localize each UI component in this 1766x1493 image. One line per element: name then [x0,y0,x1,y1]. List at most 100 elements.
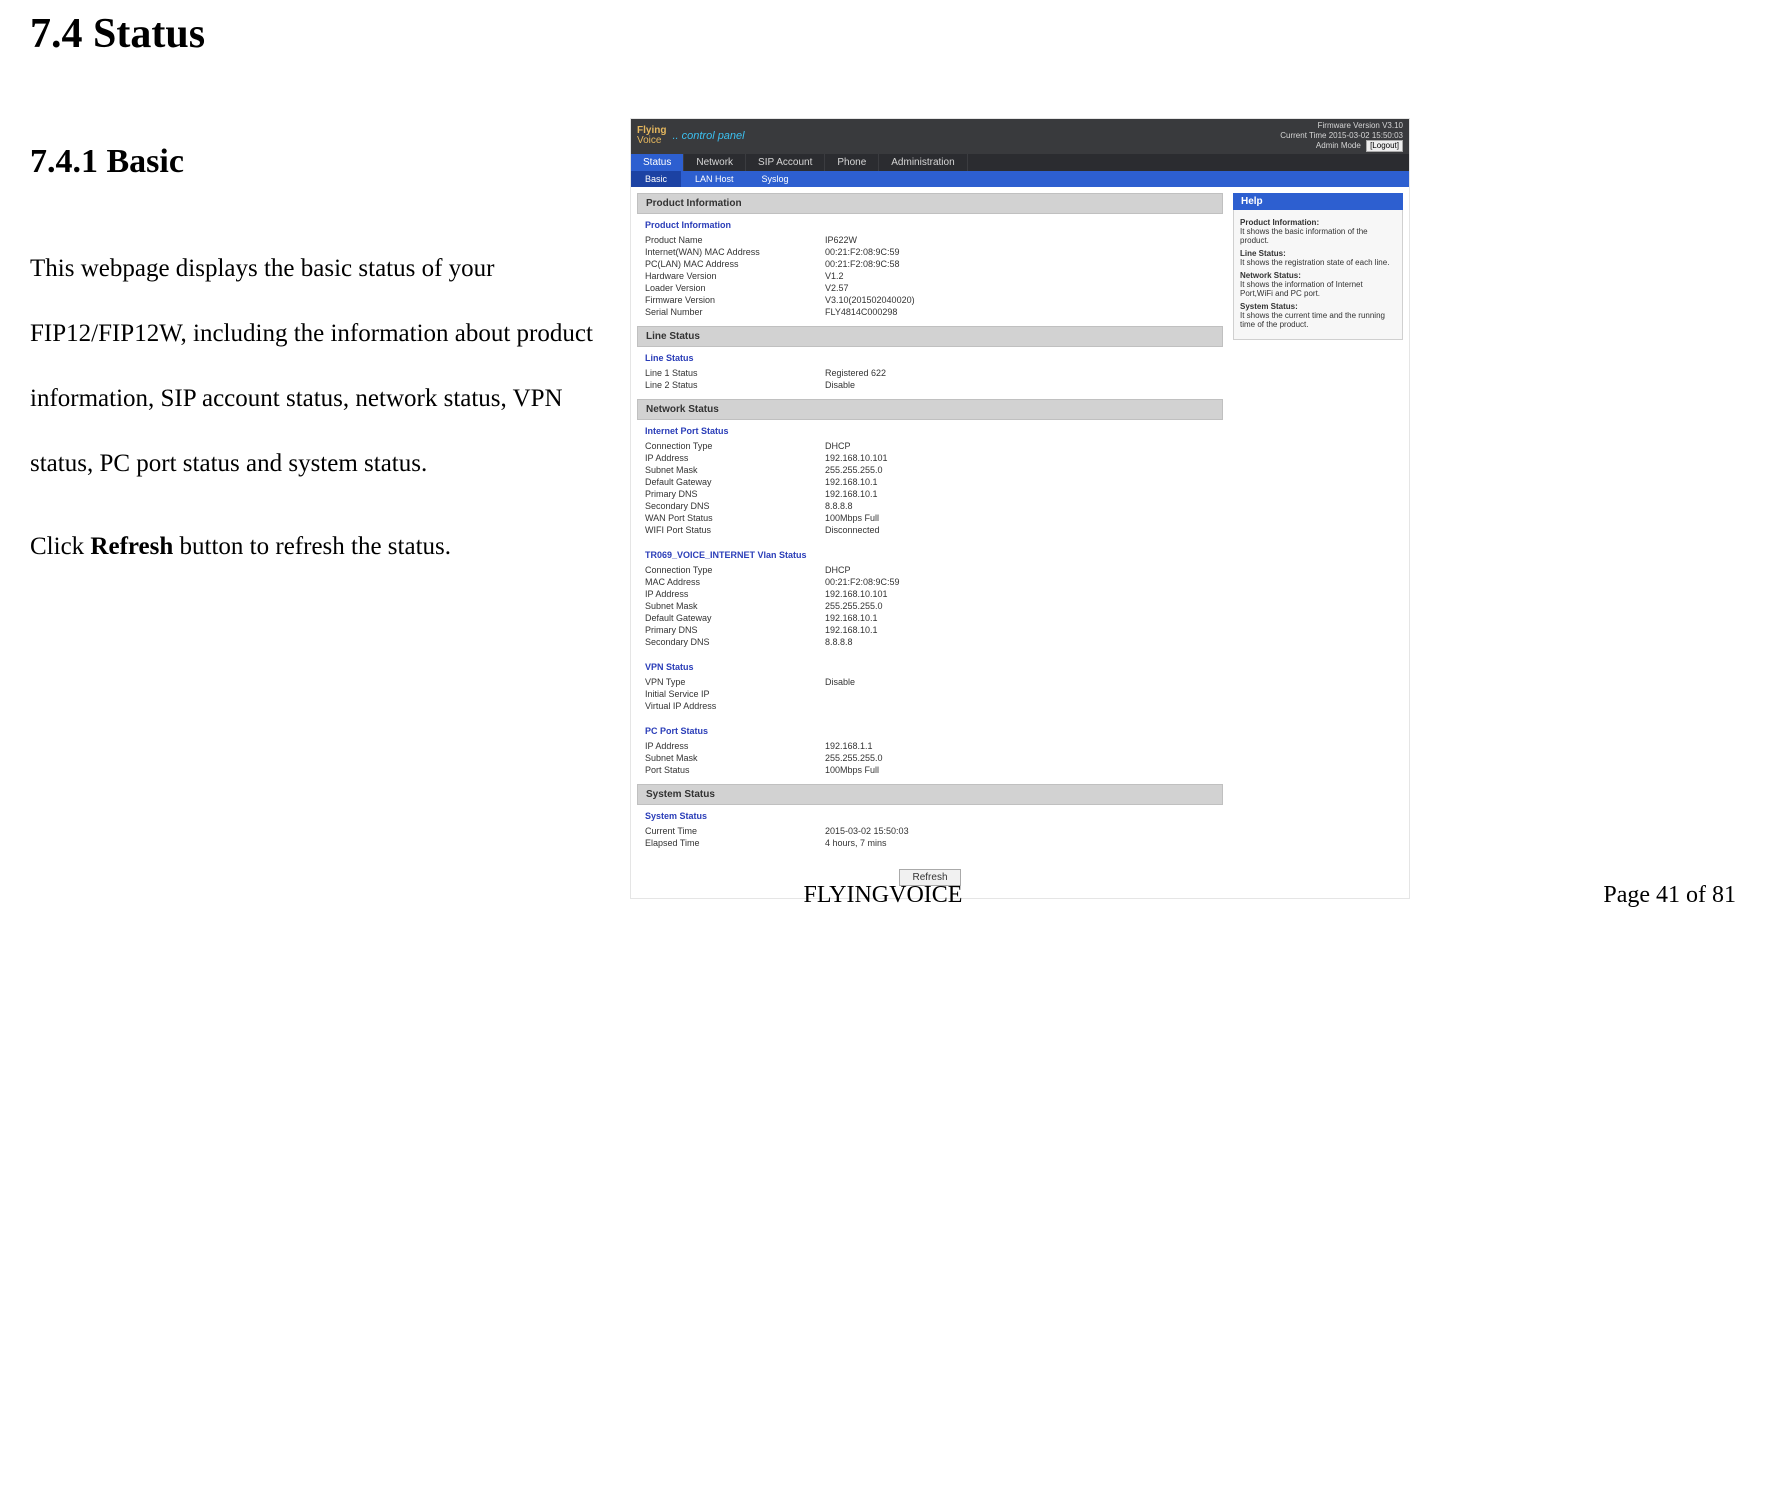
footer-page-number: Page 41 of 81 [1603,882,1736,909]
kv-key: WAN Port Status [645,513,825,523]
kv-key: Loader Version [645,283,825,293]
kv-key: Elapsed Time [645,838,825,848]
kv-key: MAC Address [645,577,825,587]
kv-value: 00:21:F2:08:9C:58 [825,259,900,269]
kv-key: IP Address [645,589,825,599]
kv-key: Product Name [645,235,825,245]
kv-key: Virtual IP Address [645,701,825,711]
kv-value: 2015-03-02 15:50:03 [825,826,909,836]
kv-group-system-status: Current Time2015-03-02 15:50:03Elapsed T… [637,825,1223,857]
subheader-line-status: Line Status [637,347,1223,367]
kv-row: Firmware VersionV3.10(201502040020) [645,294,1215,306]
kv-row: Internet(WAN) MAC Address00:21:F2:08:9C:… [645,246,1215,258]
kv-key: PC(LAN) MAC Address [645,259,825,269]
kv-value: Disable [825,677,855,687]
subheader-product-information: Product Information [637,214,1223,234]
kv-group-product-info: Product NameIP622WInternet(WAN) MAC Addr… [637,234,1223,326]
help-item-body: It shows the current time and the runnin… [1240,311,1396,329]
kv-value: 192.168.10.101 [825,453,888,463]
subheader-tr069: TR069_VOICE_INTERNET Vlan Status [637,544,1223,564]
kv-value: 100Mbps Full [825,765,879,775]
kv-row: Initial Service IP [645,688,1215,700]
subheader-system-status: System Status [637,805,1223,825]
tab-phone[interactable]: Phone [825,154,879,171]
kv-value: 192.168.10.1 [825,613,878,623]
subtab-syslog[interactable]: Syslog [748,171,803,187]
section-title-line-status: Line Status [637,326,1223,347]
kv-key: Internet(WAN) MAC Address [645,247,825,257]
kv-row: IP Address192.168.1.1 [645,740,1215,752]
kv-key: Default Gateway [645,613,825,623]
current-time-line: Current Time 2015-03-02 15:50:03 [1280,131,1403,141]
brand-logo: Flying Voice [637,126,666,146]
help-item-body: It shows the registration state of each … [1240,258,1396,267]
kv-row: Product NameIP622W [645,234,1215,246]
subtab-lan-host[interactable]: LAN Host [681,171,748,187]
kv-value: 255.255.255.0 [825,601,883,611]
main-content: Product Information Product Information … [637,193,1223,892]
kv-value: Registered 622 [825,368,886,378]
control-panel-label: .. control panel [672,130,744,142]
para2-suffix: button to refresh the status. [173,533,451,560]
kv-row: VPN TypeDisable [645,676,1215,688]
kv-value: DHCP [825,565,851,575]
kv-value: Disable [825,380,855,390]
subtab-basic[interactable]: Basic [631,171,681,187]
kv-value: 8.8.8.8 [825,501,853,511]
kv-value: 4 hours, 7 mins [825,838,887,848]
help-item-heading: Line Status: [1240,249,1396,258]
kv-key: Default Gateway [645,477,825,487]
logout-button[interactable]: [Logout] [1366,140,1403,152]
kv-key: Secondary DNS [645,501,825,511]
kv-row: Subnet Mask255.255.255.0 [645,464,1215,476]
kv-key: Subnet Mask [645,753,825,763]
body-paragraph-1: This webpage displays the basic status o… [30,236,610,496]
kv-row: Subnet Mask255.255.255.0 [645,600,1215,612]
para2-prefix: Click [30,533,90,560]
footer-center: FLYINGVOICE [0,882,1766,909]
section-title-system-status: System Status [637,784,1223,805]
kv-value: 192.168.10.1 [825,489,878,499]
kv-value: 100Mbps Full [825,513,879,523]
subsection-heading: 7.4.1 Basic [30,118,610,206]
kv-key: Primary DNS [645,489,825,499]
kv-row: Virtual IP Address [645,700,1215,712]
kv-value: 192.168.1.1 [825,741,873,751]
kv-key: IP Address [645,453,825,463]
kv-row: Serial NumberFLY4814C000298 [645,306,1215,318]
tab-administration[interactable]: Administration [879,154,967,171]
kv-value: 192.168.10.1 [825,625,878,635]
kv-group-line-status: Line 1 StatusRegistered 622Line 2 Status… [637,367,1223,399]
kv-row: Primary DNS192.168.10.1 [645,488,1215,500]
help-panel: Help Product Information:It shows the ba… [1233,193,1403,892]
kv-row: Line 1 StatusRegistered 622 [645,367,1215,379]
kv-key: Line 1 Status [645,368,825,378]
kv-value: 8.8.8.8 [825,637,853,647]
kv-row: Subnet Mask255.255.255.0 [645,752,1215,764]
tab-sip-account[interactable]: SIP Account [746,154,825,171]
kv-row: Secondary DNS8.8.8.8 [645,636,1215,648]
kv-value: FLY4814C000298 [825,307,897,317]
kv-value: DHCP [825,441,851,451]
body-paragraph-2: Click Refresh button to refresh the stat… [30,514,610,579]
kv-row: MAC Address00:21:F2:08:9C:59 [645,576,1215,588]
tab-status[interactable]: Status [631,154,684,171]
kv-value: V2.57 [825,283,849,293]
kv-key: Hardware Version [645,271,825,281]
kv-key: Subnet Mask [645,601,825,611]
kv-value: IP622W [825,235,857,245]
kv-value: 192.168.10.101 [825,589,888,599]
kv-key: Port Status [645,765,825,775]
kv-key: Initial Service IP [645,689,825,699]
kv-value: 255.255.255.0 [825,753,883,763]
kv-row: Hardware VersionV1.2 [645,270,1215,282]
kv-value: 00:21:F2:08:9C:59 [825,577,900,587]
kv-row: Current Time2015-03-02 15:50:03 [645,825,1215,837]
kv-value: Disconnected [825,525,880,535]
kv-row: Connection TypeDHCP [645,564,1215,576]
tab-network[interactable]: Network [684,154,746,171]
subheader-vpn: VPN Status [637,656,1223,676]
kv-row: Default Gateway192.168.10.1 [645,476,1215,488]
kv-key: Current Time [645,826,825,836]
kv-key: Secondary DNS [645,637,825,647]
